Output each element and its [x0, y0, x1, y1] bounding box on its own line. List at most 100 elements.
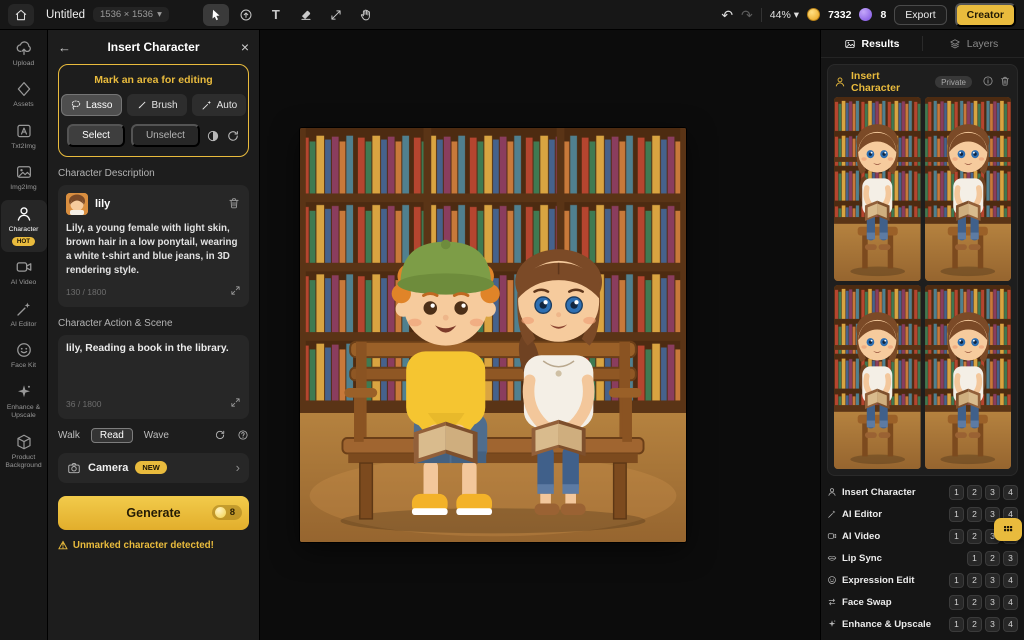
canvas-size-dropdown[interactable]: 1536 × 1536 ▾ — [93, 7, 169, 22]
slot-button[interactable]: 1 — [949, 507, 964, 522]
slot-button[interactable]: 3 — [985, 617, 1000, 632]
sidebar-item-face-kit[interactable]: Face Kit — [1, 336, 47, 376]
tool-row-enhance-upscale: Enhance & Upscale 1 2 3 4 — [827, 614, 1018, 634]
expand-action-icon[interactable] — [230, 397, 241, 411]
slot-button[interactable]: 1 — [949, 617, 964, 632]
sidebar-item-ai-editor[interactable]: AI Editor — [1, 295, 47, 335]
camera-row[interactable]: Camera NEW › — [58, 453, 249, 483]
slot-button[interactable]: 1 — [949, 529, 964, 544]
info-icon[interactable] — [982, 75, 994, 90]
divider — [761, 8, 762, 22]
slot-button[interactable]: 1 — [967, 551, 982, 566]
preset-wave[interactable]: Wave — [144, 430, 169, 441]
reset-selection-icon[interactable] — [226, 129, 240, 143]
redo-icon[interactable]: ↷ — [741, 8, 753, 22]
sidebar-item-ai-video[interactable]: AI Video — [1, 253, 47, 293]
upscale-tool-button[interactable] — [233, 4, 259, 26]
shuffle-presets-icon[interactable] — [214, 429, 226, 441]
text-tool-button[interactable]: T — [263, 4, 289, 26]
slot-button[interactable]: 2 — [967, 529, 982, 544]
tab-results[interactable]: Results — [821, 30, 922, 57]
delete-character-icon[interactable] — [227, 196, 241, 213]
insert-character-icon — [834, 76, 846, 88]
slot-button[interactable]: 3 — [985, 573, 1000, 588]
feature-rail: Upload Assets Txt2Img Img2Img Character … — [0, 30, 48, 640]
slot-button[interactable]: 4 — [1003, 595, 1018, 610]
select-tool-button[interactable] — [203, 4, 229, 26]
tool-row-expression-edit: Expression Edit 1 2 3 4 — [827, 570, 1018, 590]
tool-row-ai-video: AI Video 1 2 3 4 — [827, 526, 1018, 546]
help-icon[interactable] — [237, 429, 249, 441]
lips-icon — [827, 553, 837, 563]
feedback-bubble[interactable] — [994, 518, 1022, 541]
new-badge: NEW — [135, 461, 167, 474]
slot-button[interactable]: 2 — [967, 485, 982, 500]
sparkle-icon — [827, 619, 837, 629]
insert-character-panel: ← Insert Character × Mark an area for ed… — [48, 30, 260, 640]
slot-button[interactable]: 2 — [967, 507, 982, 522]
insert-character-icon — [827, 487, 837, 497]
character-description-card: lily Lily, a young female with light ski… — [58, 185, 249, 307]
canvas-image[interactable] — [300, 128, 686, 542]
result-grid — [834, 97, 1011, 469]
slot-button[interactable]: 2 — [967, 573, 982, 588]
hot-badge: HOT — [12, 237, 35, 246]
result-thumbnail-4[interactable] — [925, 285, 1012, 469]
zoom-value: 44% — [770, 9, 791, 21]
resize-tool-button[interactable] — [323, 4, 349, 26]
slot-button[interactable]: 4 — [1003, 573, 1018, 588]
hand-tool-button[interactable] — [353, 4, 379, 26]
sidebar-item-enhance-upscale[interactable]: Enhance & Upscale — [1, 378, 47, 427]
video-icon — [827, 531, 837, 541]
sidebar-item-img2img[interactable]: Img2Img — [1, 158, 47, 198]
slot-button[interactable]: 1 — [949, 573, 964, 588]
canvas-size-value: 1536 × 1536 — [100, 9, 153, 20]
slot-button[interactable]: 3 — [985, 595, 1000, 610]
sidebar-item-upload[interactable]: Upload — [1, 34, 47, 74]
preset-walk[interactable]: Walk — [58, 430, 80, 441]
export-button[interactable]: Export — [894, 5, 946, 25]
sidebar-item-txt2img[interactable]: Txt2Img — [1, 117, 47, 157]
result-thumbnail-2[interactable] — [925, 97, 1012, 281]
character-thumbnail[interactable] — [66, 193, 88, 215]
creator-button[interactable]: Creator — [955, 3, 1016, 27]
slot-button[interactable]: 3 — [985, 485, 1000, 500]
zoom-dropdown[interactable]: 44% ▾ — [770, 9, 799, 21]
slot-button[interactable]: 2 — [967, 595, 982, 610]
slot-button[interactable]: 2 — [985, 551, 1000, 566]
slot-button[interactable]: 4 — [1003, 617, 1018, 632]
result-thumbnail-3[interactable] — [834, 285, 921, 469]
back-icon[interactable]: ← — [58, 40, 76, 55]
undo-icon[interactable]: ↶ — [721, 8, 733, 22]
coin-icon — [807, 8, 820, 21]
result-thumbnail-1[interactable] — [834, 97, 921, 281]
tool-row-insert-character: Insert Character 1 2 3 4 — [827, 482, 1018, 502]
auto-tool-button[interactable]: Auto — [192, 94, 247, 116]
slot-button[interactable]: 1 — [949, 595, 964, 610]
home-button[interactable] — [8, 4, 34, 26]
character-description-text[interactable]: Lily, a young female with light skin, br… — [66, 222, 241, 278]
slot-button[interactable]: 3 — [1003, 551, 1018, 566]
generate-button[interactable]: Generate 8 — [58, 496, 249, 530]
brush-tool-button[interactable]: Brush — [127, 94, 187, 116]
delete-result-icon[interactable] — [999, 75, 1011, 90]
select-button[interactable]: Select — [67, 124, 125, 147]
unselect-button[interactable]: Unselect — [131, 124, 200, 147]
sidebar-item-assets[interactable]: Assets — [1, 75, 47, 115]
eraser-tool-button[interactable] — [293, 4, 319, 26]
private-badge: Private — [935, 76, 972, 88]
slot-button[interactable]: 2 — [967, 617, 982, 632]
canvas-area[interactable] — [260, 30, 820, 640]
sidebar-item-character[interactable]: Character HOT — [1, 200, 47, 252]
slot-button[interactable]: 4 — [1003, 485, 1018, 500]
expand-description-icon[interactable] — [230, 285, 241, 299]
tab-layers[interactable]: Layers — [923, 30, 1024, 57]
lasso-tool-button[interactable]: Lasso — [61, 94, 122, 116]
close-icon[interactable]: × — [231, 39, 249, 55]
action-scene-input[interactable]: lily, Reading a book in the library. 36 … — [58, 335, 249, 419]
preset-read[interactable]: Read — [91, 428, 133, 443]
slot-button[interactable]: 1 — [949, 485, 964, 500]
invert-selection-icon[interactable] — [206, 129, 220, 143]
chevron-right-icon: › — [236, 460, 240, 475]
sidebar-item-product-background[interactable]: Product Background — [1, 428, 47, 477]
